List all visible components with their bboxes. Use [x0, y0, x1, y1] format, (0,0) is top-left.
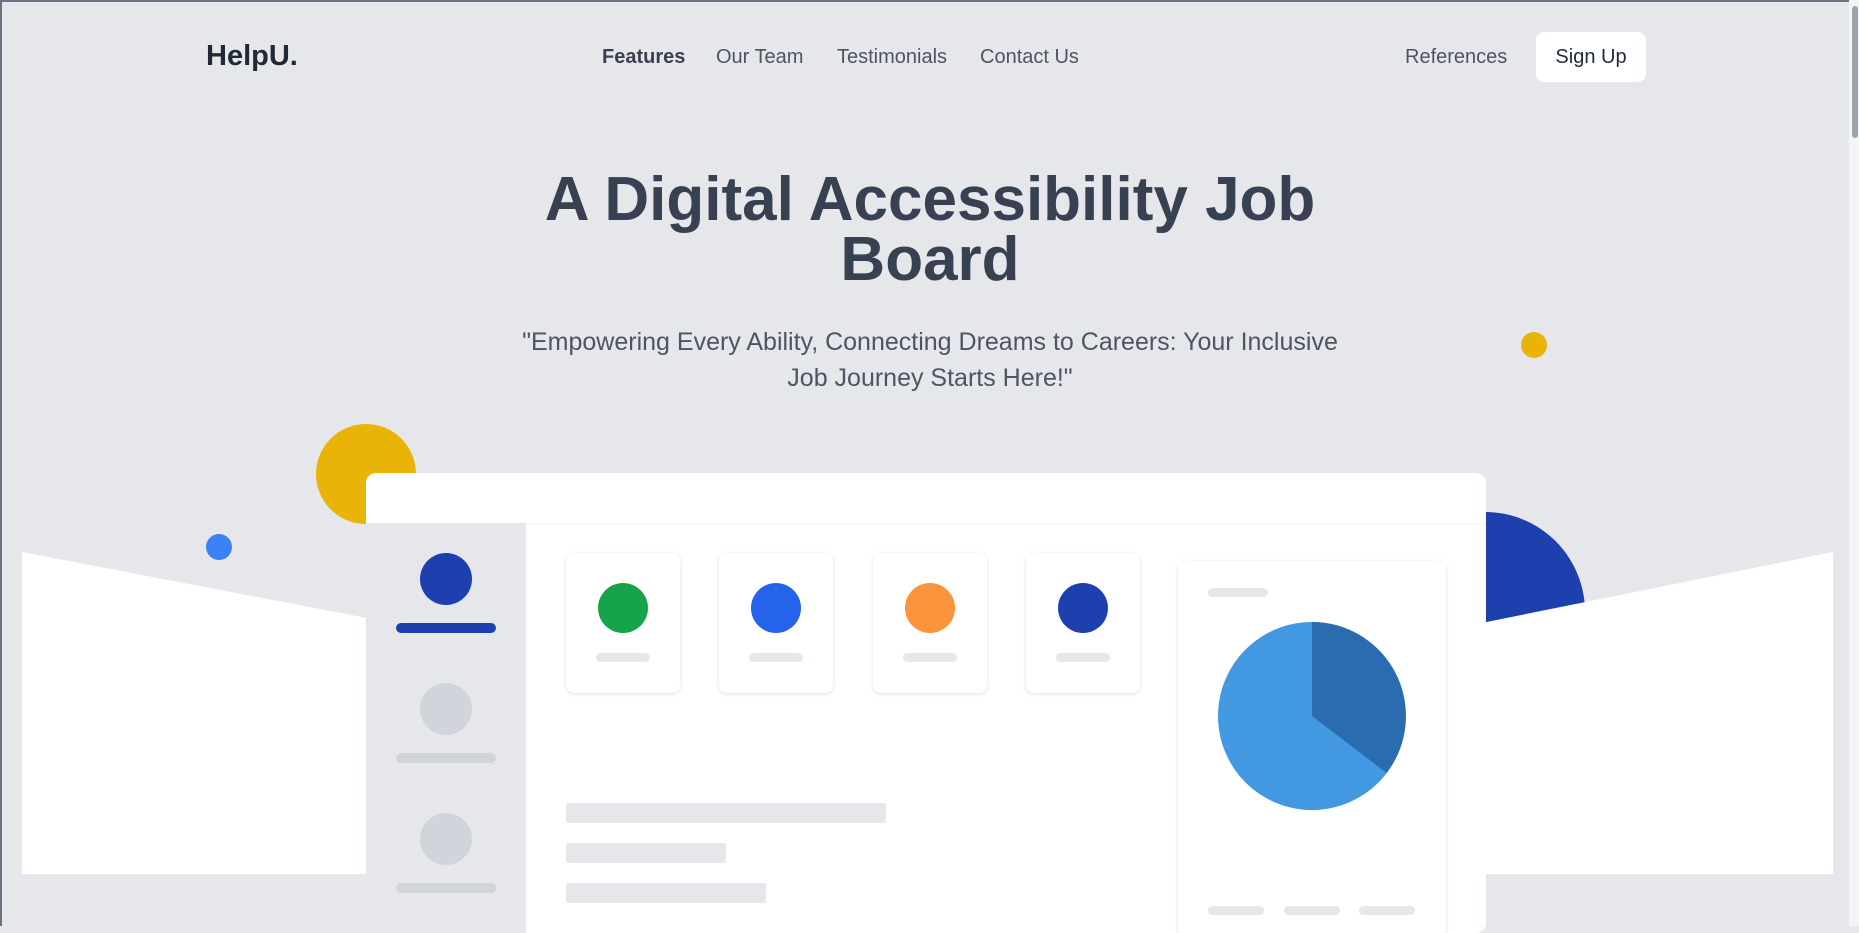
hero-subtitle-line-1: "Empowering Every Ability, Connecting Dr… — [522, 328, 1338, 356]
sidebar-bar-active — [396, 623, 496, 633]
nav-link-testimonials[interactable]: Testimonials — [837, 46, 947, 69]
legend-placeholder — [1359, 906, 1415, 915]
hero-subtitle: "Empowering Every Ability, Connecting Dr… — [500, 324, 1360, 396]
sign-up-button[interactable]: Sign Up — [1536, 32, 1646, 82]
sidebar-bar — [396, 883, 496, 893]
page-scrollbar[interactable] — [1849, 0, 1859, 926]
stat-card-line — [903, 653, 957, 662]
skeleton-line — [566, 883, 766, 903]
references-link[interactable]: References — [1405, 46, 1507, 69]
dashboard-topbar — [366, 473, 1486, 524]
chart-title-placeholder — [1208, 588, 1268, 597]
nav-link-our-team[interactable]: Our Team — [716, 46, 803, 69]
stat-card — [566, 553, 680, 693]
scrollbar-thumb[interactable] — [1852, 6, 1858, 138]
sidebar-bar — [396, 753, 496, 763]
hero-title: A Digital Accessibility Job Board — [430, 169, 1430, 291]
nav-link-contact-us[interactable]: Contact Us — [980, 46, 1079, 69]
yellow-dot-decoration — [1521, 332, 1547, 358]
pie-chart-card — [1178, 561, 1446, 933]
sidebar-avatar — [420, 813, 472, 865]
hero-title-line-2: Board — [840, 225, 1020, 294]
stat-card-line — [749, 653, 803, 662]
orange-circle-icon — [905, 583, 955, 633]
hero-subtitle-line-2: Job Journey Starts Here!" — [787, 364, 1073, 392]
dashboard-sidebar — [366, 523, 526, 933]
stat-card — [719, 553, 833, 693]
stat-card-line — [596, 653, 650, 662]
sidebar-avatar-active — [420, 553, 472, 605]
blue-circle-icon — [751, 583, 801, 633]
stat-card — [873, 553, 987, 693]
navy-circle-icon — [1058, 583, 1108, 633]
stat-card-line — [1056, 653, 1110, 662]
legend-placeholder — [1208, 906, 1264, 915]
legend-placeholder — [1284, 906, 1340, 915]
stat-card — [1026, 553, 1140, 693]
hero-title-line-1: A Digital Accessibility Job — [544, 165, 1316, 234]
dashboard-preview — [366, 473, 1486, 933]
green-circle-icon — [598, 583, 648, 633]
nav-link-features[interactable]: Features — [602, 46, 685, 69]
pie-chart — [1218, 622, 1406, 810]
skeleton-line — [566, 843, 726, 863]
skeleton-line — [566, 803, 886, 823]
sidebar-avatar — [420, 683, 472, 735]
